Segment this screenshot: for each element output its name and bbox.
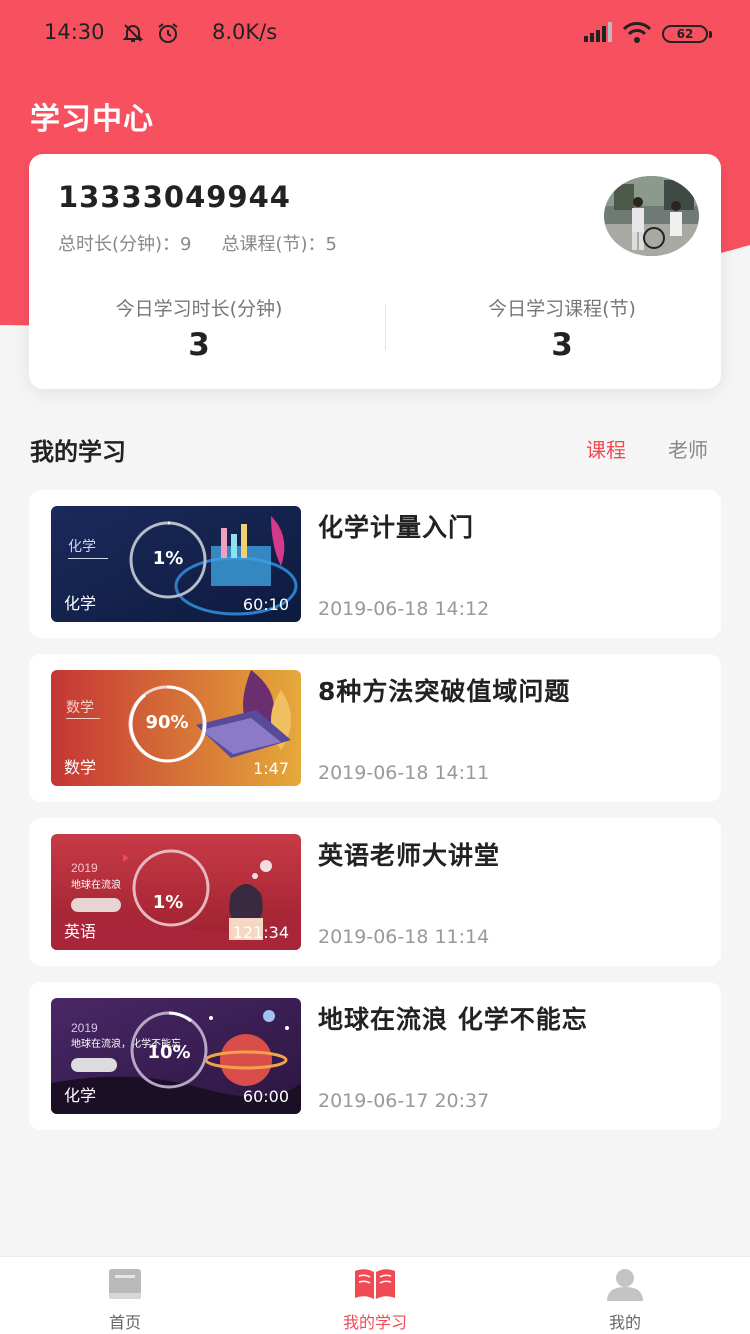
course-progress: 90% (145, 712, 189, 733)
course-time: 2019-06-18 14:12 (318, 598, 490, 620)
tab-courses[interactable]: 课程 (586, 434, 626, 463)
tab-profile[interactable]: 我的 (500, 1257, 750, 1334)
status-bar: 14:30 8.0K/s 62 (0, 0, 750, 66)
svg-text:地球在流浪: 地球在流浪 (71, 878, 121, 891)
network-speed: 8.0K/s (212, 20, 278, 44)
book-open-icon (353, 1267, 397, 1305)
alarm-icon (156, 22, 180, 49)
course-progress: 1% (152, 892, 184, 913)
course-title: 8种方法突破值域问题 (318, 677, 571, 706)
user-totals: 总时长(分钟)：9 总课程(节)：5 (58, 230, 337, 256)
svg-text:数学: 数学 (66, 699, 94, 715)
course-progress: 10% (147, 1042, 191, 1063)
bottom-tab-bar: 首页 我的学习 我的 (0, 1256, 750, 1334)
course-progress: 1% (152, 548, 184, 569)
course-duration: 60:10 (242, 595, 289, 614)
today-stats: 今日学习时长(分钟) 3 今日学习课程(节) 3 (29, 294, 721, 364)
wifi-icon (622, 21, 652, 48)
divider (385, 304, 386, 350)
today-minutes: 今日学习时长(分钟) 3 (54, 294, 344, 363)
book-closed-icon (105, 1267, 145, 1305)
avatar[interactable] (604, 176, 699, 256)
svg-text:2019: 2019 (71, 861, 98, 875)
tab-my-learning-label: 我的学习 (342, 1313, 407, 1332)
page-title: 学习中心 (30, 102, 154, 137)
total-minutes: 总时长(分钟)：9 (58, 234, 192, 255)
signal-icon (584, 21, 612, 47)
battery-indicator: 62 (662, 25, 712, 43)
svg-text:化学: 化学 (68, 538, 96, 554)
course-time: 2019-06-17 20:37 (318, 1090, 490, 1112)
tab-home[interactable]: 首页 (0, 1257, 250, 1334)
course-thumbnail: 2019 地球在流浪，化学不能忘 10% 化学 60:00 (51, 998, 301, 1114)
tab-my-learning[interactable]: 我的学习 (250, 1257, 500, 1334)
today-minutes-value: 3 (188, 327, 210, 363)
course-item[interactable]: 数学 90% 数学 1:47 8种方法突破值域问题 2019-06-18 14:… (29, 654, 721, 802)
user-stats-card: 13333049944 总时长(分钟)：9 总课程(节)：5 今日学习时长(分钟… (29, 154, 721, 389)
today-minutes-label: 今日学习时长(分钟) (115, 298, 283, 320)
course-item[interactable]: 化学 1% 化学 60:10 化学计量入门 2019-06-18 14:12 (29, 490, 721, 638)
person-icon (605, 1267, 645, 1305)
tab-profile-label: 我的 (608, 1313, 641, 1332)
course-item[interactable]: 2019 地球在流浪，化学不能忘 10% 化学 60:00 地球在流浪 化学不能… (29, 982, 721, 1130)
my-learning-header: 我的学习 课程 老师 (30, 432, 720, 466)
svg-text:2019: 2019 (71, 1021, 98, 1035)
course-subject: 英语 (64, 922, 97, 941)
segment-tabs: 课程 老师 (586, 434, 708, 463)
course-thumbnail: 2019 地球在流浪 1% 英语 121:34 (51, 834, 301, 950)
bell-muted-icon (122, 22, 144, 49)
tab-teachers[interactable]: 老师 (668, 434, 708, 463)
course-title: 化学计量入门 (318, 513, 475, 542)
course-subject: 化学 (64, 594, 97, 613)
course-item[interactable]: 2019 地球在流浪 1% 英语 121:34 英语老师大讲堂 2019-06-… (29, 818, 721, 966)
course-duration: 121:34 (232, 923, 289, 942)
course-subject: 数学 (64, 758, 97, 777)
today-courses-label: 今日学习课程(节) (488, 298, 636, 320)
course-title: 地球在流浪 化学不能忘 (318, 1005, 588, 1034)
user-phone: 13333049944 (58, 180, 291, 214)
course-time: 2019-06-18 14:11 (318, 762, 490, 784)
status-time: 14:30 (44, 20, 105, 44)
total-courses: 总课程(节)：5 (221, 234, 338, 255)
course-time: 2019-06-18 11:14 (318, 926, 490, 948)
course-duration: 1:47 (253, 759, 289, 778)
today-courses: 今日学习课程(节) 3 (417, 294, 707, 363)
course-duration: 60:00 (242, 1087, 289, 1106)
tab-home-label: 首页 (108, 1313, 141, 1332)
today-courses-value: 3 (551, 327, 573, 363)
course-thumbnail: 数学 90% 数学 1:47 (51, 670, 301, 786)
course-title: 英语老师大讲堂 (318, 841, 501, 870)
course-subject: 化学 (64, 1086, 97, 1105)
course-thumbnail: 化学 1% 化学 60:10 (51, 506, 301, 622)
